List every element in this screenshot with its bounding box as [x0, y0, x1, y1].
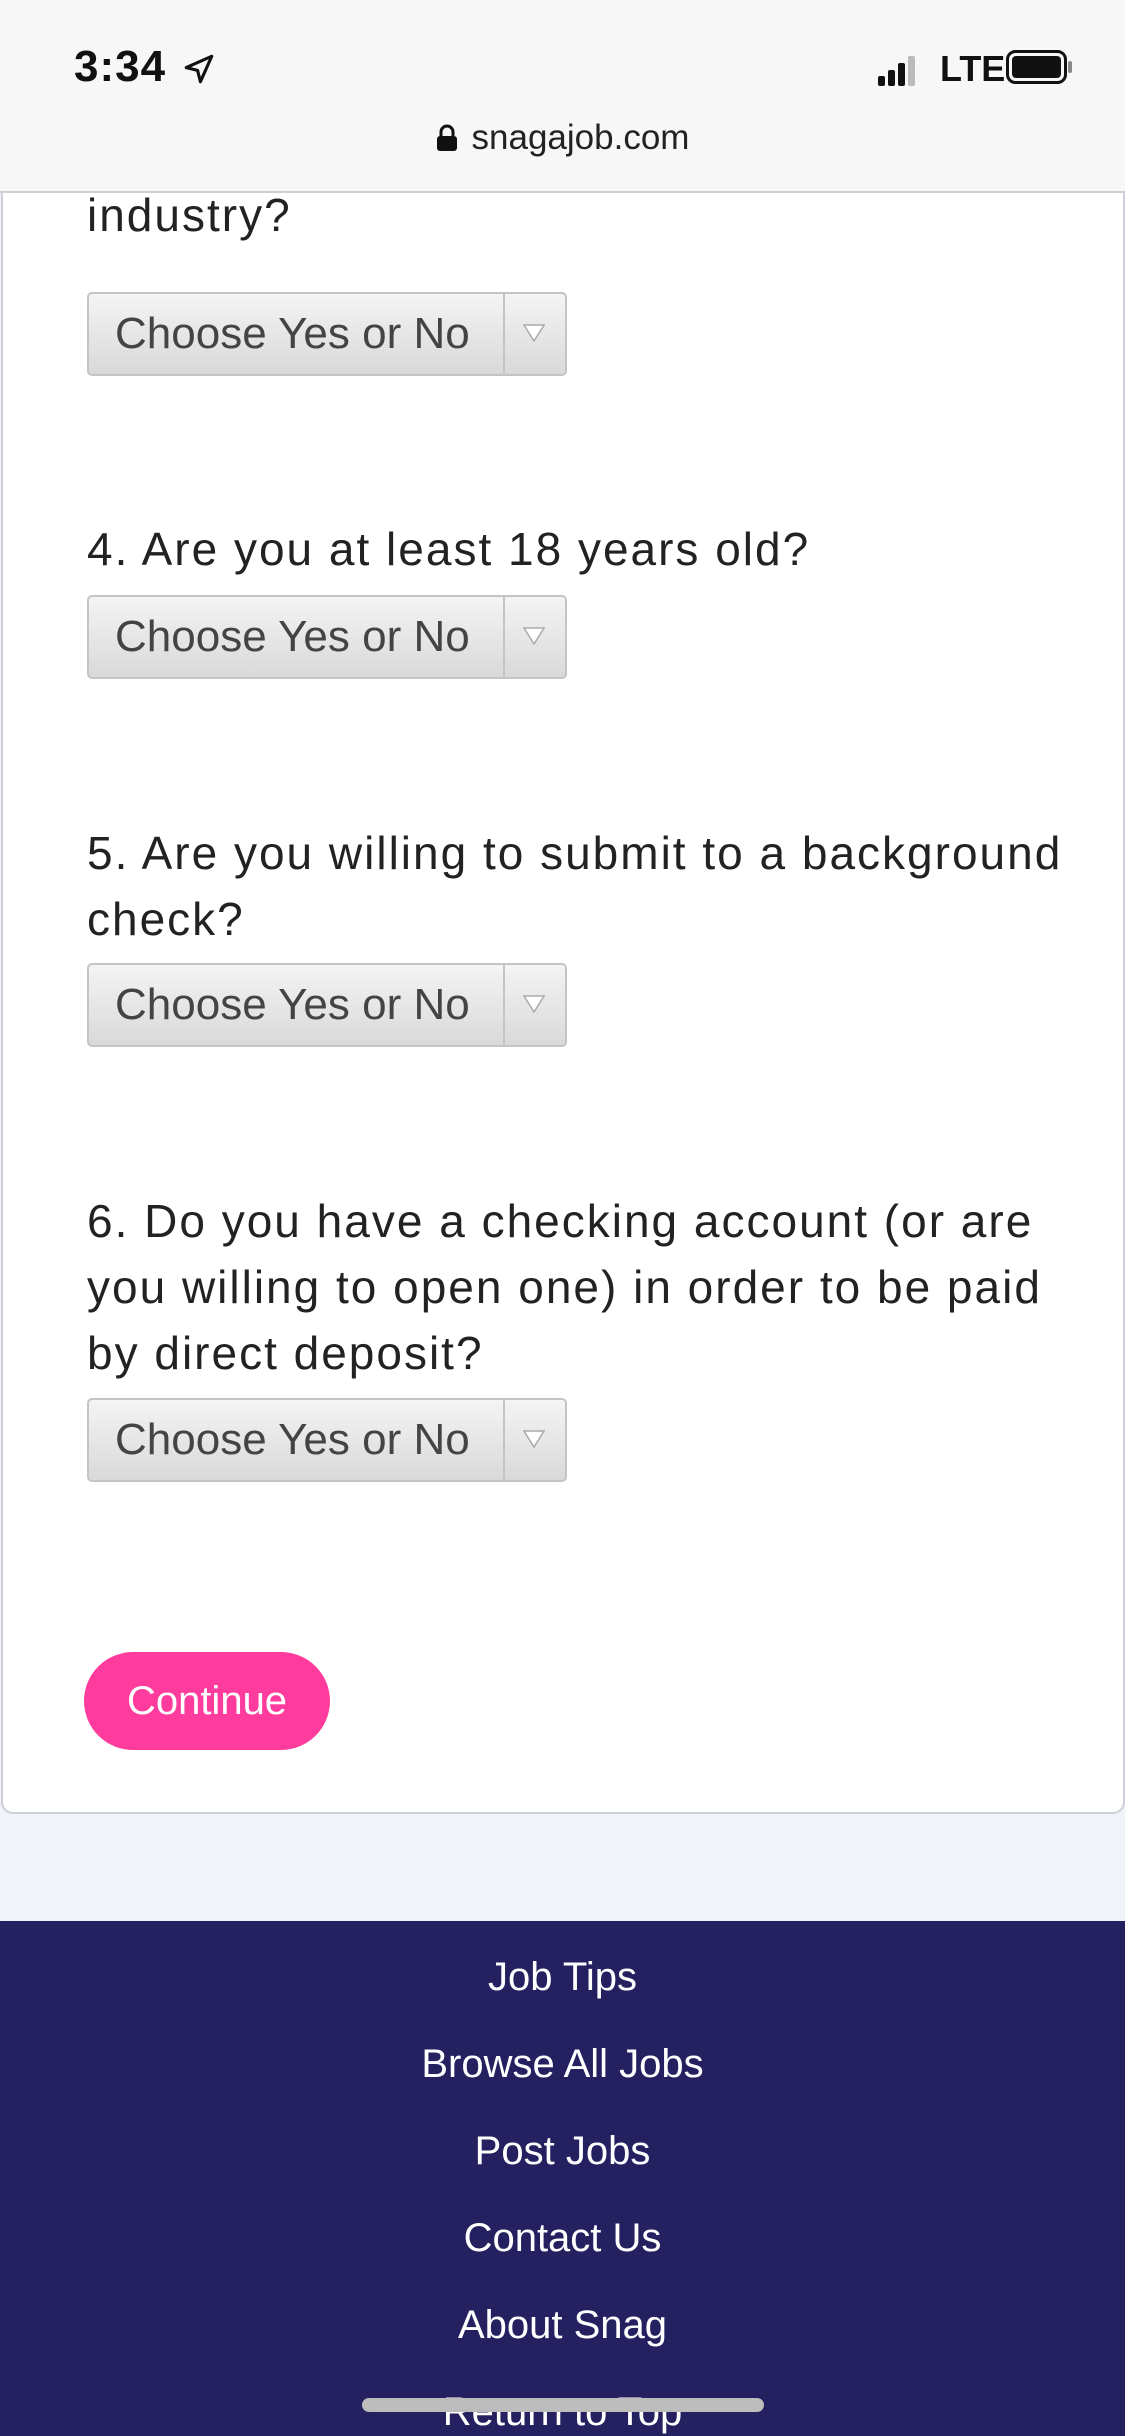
battery-icon: [1006, 50, 1072, 84]
select-value: Choose Yes or No: [115, 1415, 470, 1464]
question-4-text: 4. Are you at least 18 years old?: [87, 523, 811, 575]
browser-top-bar: 3:34 LTE snagajob.com: [0, 0, 1125, 193]
lock-icon: [436, 124, 457, 151]
status-time: 3:34: [74, 42, 167, 91]
question-3-select[interactable]: Choose Yes or No: [87, 292, 567, 376]
cellular-signal-icon: [878, 54, 916, 86]
network-type: LTE: [940, 48, 1006, 89]
site-footer: Job Tips Browse All Jobs Post Jobs Conta…: [0, 1921, 1125, 2436]
question-4-select[interactable]: Choose Yes or No: [87, 595, 567, 679]
footer-link-job-tips[interactable]: Job Tips: [0, 1955, 1125, 2000]
home-indicator: [362, 2398, 764, 2412]
chevron-down-icon: [523, 1430, 545, 1448]
url-bar[interactable]: snagajob.com: [0, 118, 1125, 158]
footer-link-browse-all-jobs[interactable]: Browse All Jobs: [0, 2042, 1125, 2087]
chevron-down-icon: [523, 324, 545, 342]
footer-link-contact-us[interactable]: Contact Us: [0, 2216, 1125, 2261]
question-6-select[interactable]: Choose Yes or No: [87, 1398, 567, 1482]
select-value: Choose Yes or No: [115, 612, 470, 661]
chevron-down-icon: [523, 627, 545, 645]
chevron-down-icon: [523, 995, 545, 1013]
location-arrow-icon: [184, 54, 214, 84]
select-value: Choose Yes or No: [115, 980, 470, 1029]
question-6-text: 6. Do you have a checking account (or ar…: [87, 1195, 1042, 1379]
footer-link-return-to-top[interactable]: Return to Top: [0, 2390, 1125, 2435]
question-5-select[interactable]: Choose Yes or No: [87, 963, 567, 1047]
url-domain: snagajob.com: [471, 118, 690, 157]
footer-link-post-jobs[interactable]: Post Jobs: [0, 2129, 1125, 2174]
application-form-card: industry? Choose Yes or No 4. Are you at…: [1, 120, 1125, 1814]
footer-link-about-snag[interactable]: About Snag: [0, 2303, 1125, 2348]
question-5-text: 5. Are you willing to submit to a backgr…: [87, 827, 1063, 945]
select-value: Choose Yes or No: [115, 309, 470, 358]
continue-button[interactable]: Continue: [84, 1652, 330, 1750]
